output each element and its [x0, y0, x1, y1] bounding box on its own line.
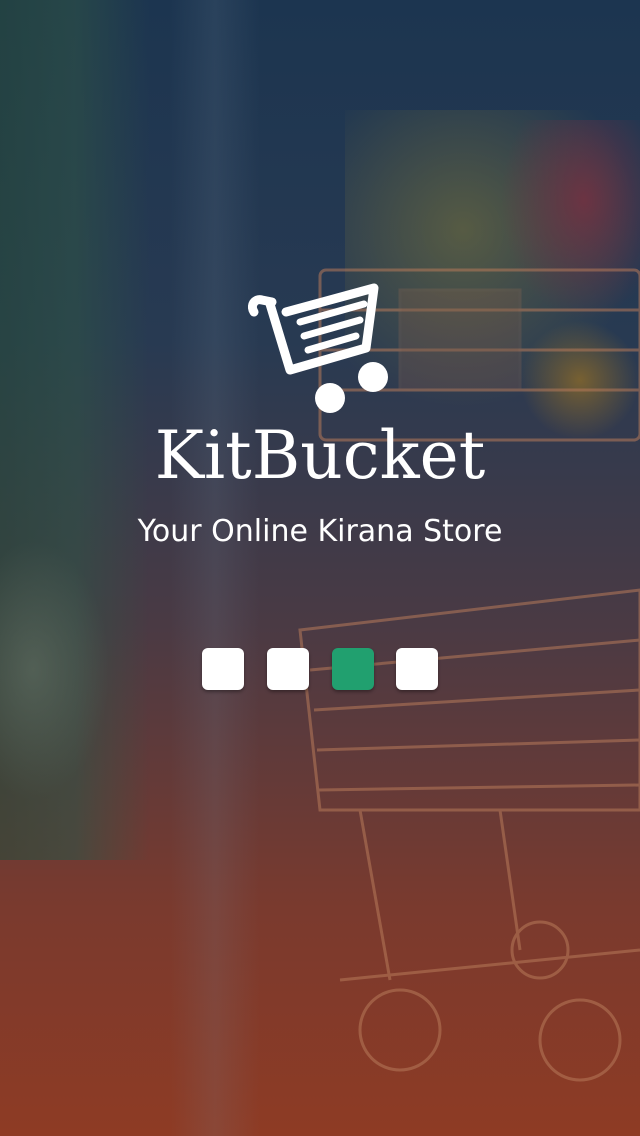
tagline: Your Online Kirana Store — [137, 514, 503, 549]
loader-dot-2 — [267, 648, 309, 690]
loader-dot-3-active — [332, 648, 374, 690]
brand-name: KitBucket — [154, 417, 486, 494]
splash-content: KitBucket Your Online Kirana Store — [0, 0, 640, 1136]
shopping-cart-icon — [248, 283, 388, 413]
loader-dot-4 — [396, 648, 438, 690]
loading-indicator — [202, 648, 442, 692]
loader-dot-1 — [202, 648, 244, 690]
